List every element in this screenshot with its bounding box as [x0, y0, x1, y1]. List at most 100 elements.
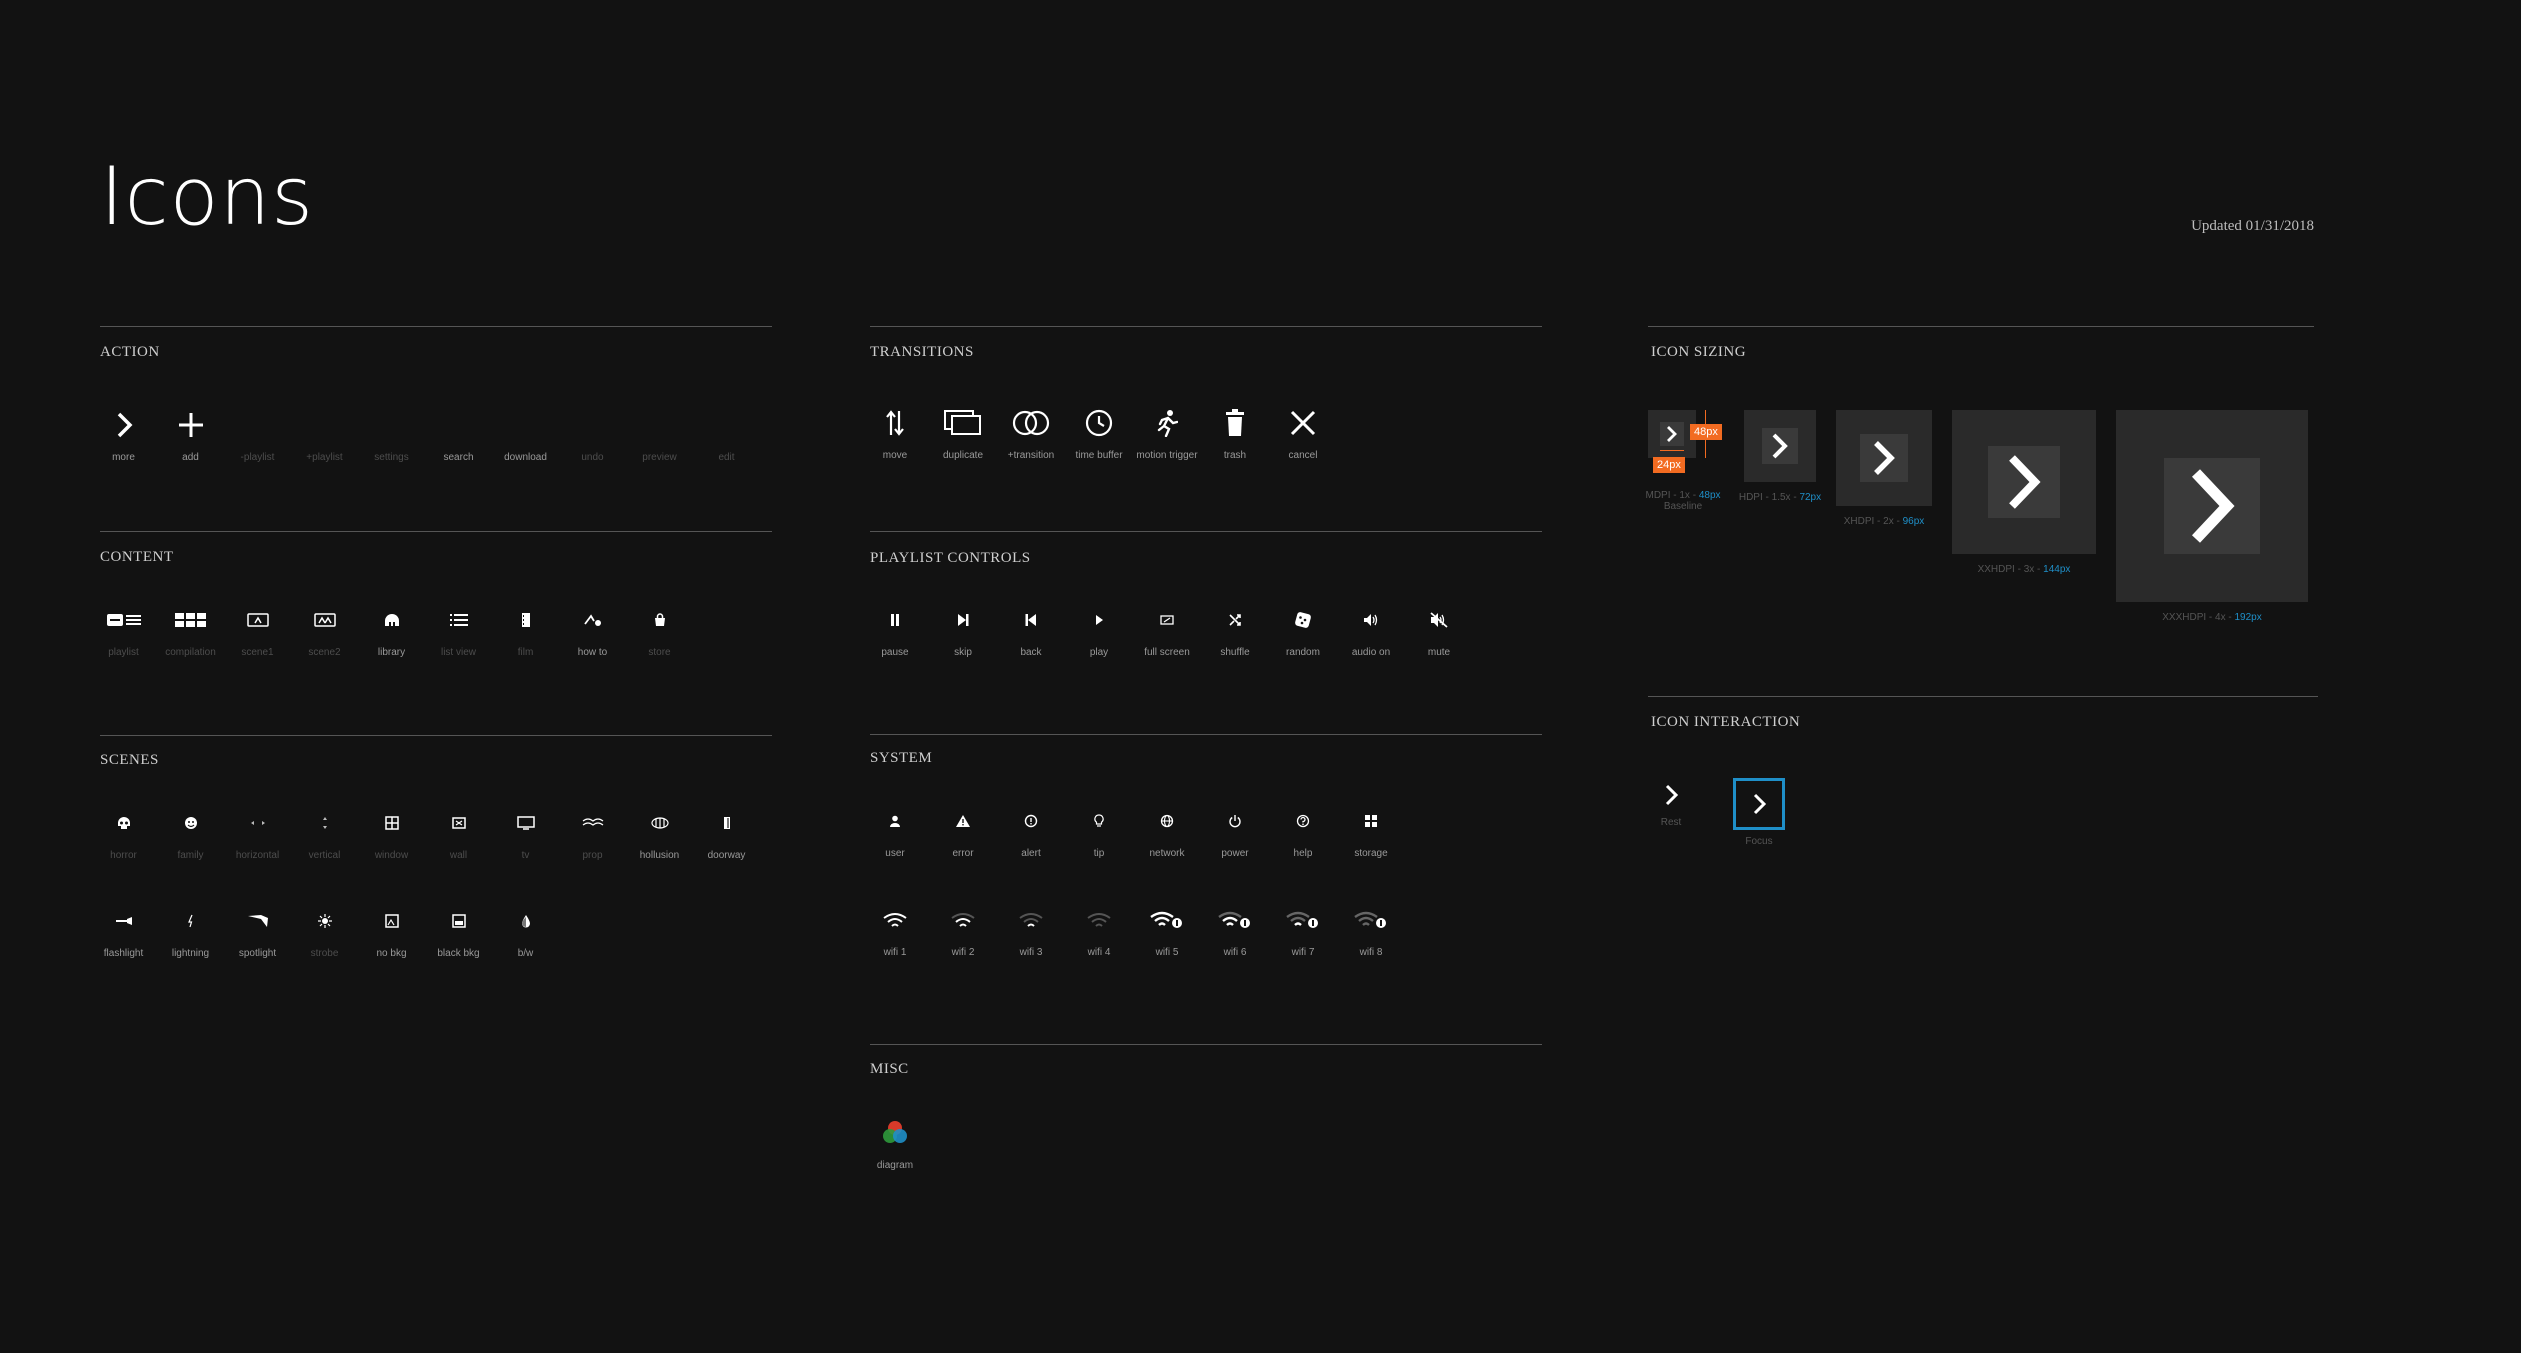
- divider: [100, 326, 772, 327]
- icon-tile-time-buffer[interactable]: time buffer: [1065, 400, 1133, 461]
- icon-tile-search[interactable]: search: [425, 402, 492, 463]
- icon-tile-mute[interactable]: mute: [1405, 597, 1473, 658]
- icon-tile-add[interactable]: add: [157, 402, 224, 463]
- icon-tile-power[interactable]: power: [1201, 798, 1269, 859]
- icon-tile-wall[interactable]: wall: [425, 800, 492, 861]
- icon-tile-shuffle[interactable]: shuffle: [1201, 597, 1269, 658]
- icon-tile-preview[interactable]: preview: [626, 402, 693, 463]
- icon-tile-move[interactable]: move: [861, 400, 929, 461]
- tip-icon: [1094, 798, 1104, 844]
- icon-tile-window[interactable]: window: [358, 800, 425, 861]
- wifi-4-icon: [1086, 897, 1112, 943]
- clock-icon: [1085, 400, 1113, 446]
- icon-tile-flashlight[interactable]: flashlight: [90, 898, 157, 959]
- icon-tile-back[interactable]: back: [997, 597, 1065, 658]
- scenes-icons-row-1: horror family horizontal vertical window…: [90, 800, 760, 861]
- flashlight-icon: [115, 898, 133, 944]
- icon-tile-wifi-6[interactable]: wifi 6: [1201, 897, 1269, 958]
- icon-tile-alert[interactable]: alert: [997, 798, 1065, 859]
- icon-label: pause: [881, 647, 909, 658]
- icon-label: doorway: [707, 850, 746, 861]
- icon-label: time buffer: [1075, 450, 1123, 461]
- icon-label: edit: [718, 452, 735, 463]
- section-title-content: CONTENT: [100, 549, 174, 565]
- icon-tile-duplicate[interactable]: duplicate: [929, 400, 997, 461]
- icon-tile-plus-playlist[interactable]: +playlist: [291, 402, 358, 463]
- icon-tile-strobe[interactable]: strobe: [291, 898, 358, 959]
- icon-tile-bw[interactable]: b/w: [492, 898, 559, 959]
- icon-label: storage: [1354, 848, 1388, 859]
- icon-tile-playlist[interactable]: playlist: [90, 597, 157, 658]
- icon-tile-tip[interactable]: tip: [1065, 798, 1133, 859]
- icon-tile-error[interactable]: error: [929, 798, 997, 859]
- icon-tile-spotlight[interactable]: spotlight: [224, 898, 291, 959]
- icon-tile-network[interactable]: network: [1133, 798, 1201, 859]
- icon-tile-prop[interactable]: prop: [559, 800, 626, 861]
- icon-tile-more[interactable]: more: [90, 402, 157, 463]
- icon-tile-edit[interactable]: edit: [693, 402, 760, 463]
- storage-icon: [1364, 798, 1378, 844]
- icon-label: motion trigger: [1136, 450, 1198, 461]
- icon-label: horizontal: [235, 850, 280, 861]
- icon-tile-wifi-2[interactable]: wifi 2: [929, 897, 997, 958]
- icon-tile-family[interactable]: family: [157, 800, 224, 861]
- mdpi-sample: 48px 24px: [1648, 410, 1722, 473]
- icon-tile-list-view[interactable]: list view: [425, 597, 492, 658]
- tv-icon: [516, 800, 535, 846]
- icon-tile-horizontal[interactable]: horizontal: [224, 800, 291, 861]
- icon-tile-no-bkg[interactable]: no bkg: [358, 898, 425, 959]
- icon-tile-motion-trigger[interactable]: motion trigger: [1133, 400, 1201, 461]
- icon-tile-black-bkg[interactable]: black bkg: [425, 898, 492, 959]
- icon-tile-audio-on[interactable]: audio on: [1337, 597, 1405, 658]
- interaction-focus[interactable]: Focus: [1733, 778, 1785, 847]
- content-icons: playlist compilation scene1 scene2 libra…: [90, 597, 693, 658]
- icon-tile-lightning[interactable]: lightning: [157, 898, 224, 959]
- interaction-rest[interactable]: Rest: [1656, 778, 1686, 828]
- mdpi-note: Baseline: [1663, 501, 1703, 512]
- icon-tile-library[interactable]: library: [358, 597, 425, 658]
- icon-tile-trash[interactable]: trash: [1201, 400, 1269, 461]
- family-icon: [184, 800, 198, 846]
- icon-label: download: [504, 452, 547, 463]
- icon-tile-diagram[interactable]: diagram: [861, 1110, 929, 1171]
- icon-tile-full-screen[interactable]: full screen: [1133, 597, 1201, 658]
- skull-icon: [117, 800, 131, 846]
- icon-tile-pause[interactable]: pause: [861, 597, 929, 658]
- icon-tile-wifi-8[interactable]: wifi 8: [1337, 897, 1405, 958]
- icon-tile-skip[interactable]: skip: [929, 597, 997, 658]
- divider: [870, 1044, 1542, 1045]
- icon-tile-wifi-4[interactable]: wifi 4: [1065, 897, 1133, 958]
- icon-tile-scene2[interactable]: scene2: [291, 597, 358, 658]
- icon-tile-scene1[interactable]: scene1: [224, 597, 291, 658]
- icon-tile-hollusion[interactable]: hollusion: [626, 800, 693, 861]
- icon-tile-cancel[interactable]: cancel: [1269, 400, 1337, 461]
- icon-tile-play[interactable]: play: [1065, 597, 1133, 658]
- chevron-right-icon: [2009, 455, 2041, 509]
- icon-tile-how-to[interactable]: how to: [559, 597, 626, 658]
- icon-label: random: [1286, 647, 1320, 658]
- icon-tile-user[interactable]: user: [861, 798, 929, 859]
- icon-tile-tv[interactable]: tv: [492, 800, 559, 861]
- icon-tile-store[interactable]: store: [626, 597, 693, 658]
- icon-tile-undo[interactable]: undo: [559, 402, 626, 463]
- icon-tile-transition[interactable]: +transition: [997, 400, 1065, 461]
- icon-label: wifi 1: [883, 947, 907, 958]
- icon-tile-wifi-5[interactable]: wifi 5: [1133, 897, 1201, 958]
- icon-tile-film[interactable]: film: [492, 597, 559, 658]
- icon-tile-storage[interactable]: storage: [1337, 798, 1405, 859]
- icon-label: vertical: [308, 850, 341, 861]
- icon-tile-compilation[interactable]: compilation: [157, 597, 224, 658]
- icon-tile-wifi-3[interactable]: wifi 3: [997, 897, 1065, 958]
- icon-tile-horror[interactable]: horror: [90, 800, 157, 861]
- icon-label: wifi 7: [1291, 947, 1315, 958]
- icon-tile-help[interactable]: help: [1269, 798, 1337, 859]
- icon-tile-random[interactable]: random: [1269, 597, 1337, 658]
- icon-tile-download[interactable]: download: [492, 402, 559, 463]
- icon-tile-minus-playlist[interactable]: -playlist: [224, 402, 291, 463]
- icon-tile-wifi-7[interactable]: wifi 7: [1269, 897, 1337, 958]
- icon-tile-settings[interactable]: settings: [358, 402, 425, 463]
- black-bkg-icon: [451, 898, 466, 944]
- icon-tile-doorway[interactable]: doorway: [693, 800, 760, 861]
- icon-tile-wifi-1[interactable]: wifi 1: [861, 897, 929, 958]
- icon-tile-vertical[interactable]: vertical: [291, 800, 358, 861]
